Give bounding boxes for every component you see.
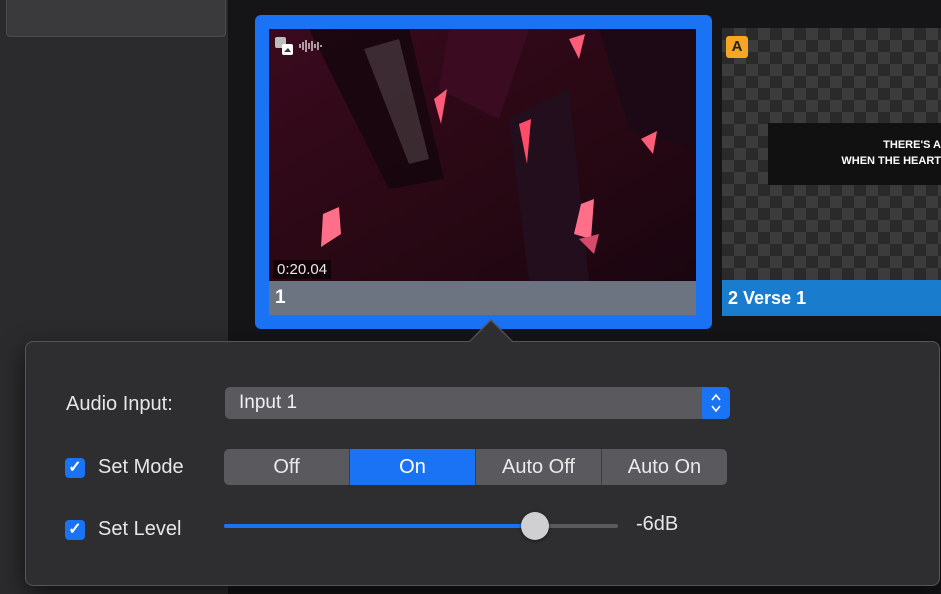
slide-number: 1 [275, 287, 286, 308]
set-mode-checkbox[interactable]: ✓ [65, 458, 85, 478]
lyric-text-box: THERE'S A WHEN THE HEART [768, 123, 941, 185]
audio-popover: Audio Input: Input 1 ✓ Set Mode Off On A… [25, 341, 940, 586]
mode-segmented-control: Off On Auto Off Auto On [224, 449, 727, 485]
level-slider[interactable] [224, 512, 618, 540]
checkmark-icon: ✓ [68, 521, 82, 538]
slide-1-label-bar: 1 [269, 281, 696, 315]
up-down-chevron-icon [702, 387, 730, 419]
set-mode-label: Set Mode [98, 456, 184, 478]
audio-waveform-icon [299, 39, 325, 56]
mode-auto-on-segment[interactable]: Auto On [602, 449, 727, 485]
checkmark-icon: ✓ [68, 459, 82, 476]
mode-on-segment[interactable]: On [350, 449, 476, 485]
audio-input-select[interactable]: Input 1 [225, 387, 730, 419]
set-level-label: Set Level [98, 518, 182, 540]
slide-2-thumbnail: A THERE'S A WHEN THE HEART [722, 28, 941, 280]
slide-1[interactable]: 0:20.04 1 [255, 15, 712, 329]
sidebar-header-field[interactable] [6, 0, 226, 37]
mode-off-segment[interactable]: Off [224, 449, 350, 485]
group-badge: A [726, 36, 748, 58]
mode-auto-off-segment[interactable]: Auto Off [476, 449, 602, 485]
audio-input-label: Audio Input: [66, 393, 173, 415]
popover-arrow-fill [470, 321, 512, 342]
level-slider-knob[interactable] [521, 512, 550, 540]
slide-label: Verse 1 [743, 288, 807, 308]
slide-2-label-bar: 2 Verse 1 [722, 280, 941, 316]
slide-1-thumbnail: 0:20.04 [269, 29, 696, 281]
lyric-line: THERE'S A [883, 139, 941, 151]
level-slider-fill [224, 524, 536, 528]
timecode-label: 0:20.04 [273, 260, 332, 279]
slide-2[interactable]: A THERE'S A WHEN THE HEART 2 Verse 1 [722, 28, 941, 318]
set-level-checkbox[interactable]: ✓ [65, 520, 85, 540]
video-frame-image [269, 29, 696, 281]
audio-input-value: Input 1 [239, 392, 298, 413]
media-layer-icon [275, 37, 293, 55]
slide-number: 2 [728, 288, 739, 308]
level-value: -6dB [636, 513, 679, 535]
lyric-line: WHEN THE HEART [841, 155, 941, 167]
